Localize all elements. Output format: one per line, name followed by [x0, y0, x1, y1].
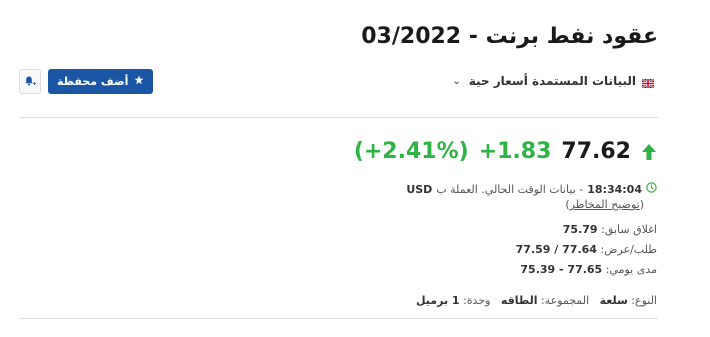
quote-row: 77.62 +1.83 (+2.41%) — [354, 139, 657, 164]
type-value: سلعة — [599, 294, 628, 307]
prev-close-row: اغلاق سابق: 75.79 — [563, 223, 657, 236]
unit-label: وحدة: — [463, 294, 491, 307]
uk-flag-icon — [641, 77, 655, 89]
divider-bottom — [19, 318, 658, 319]
risk-disclosure-link[interactable]: توضيح المخاطر — [570, 198, 640, 211]
title-name: عقود نفط برنت - — [461, 24, 658, 49]
prev-close-label: اغلاق سابق: — [601, 223, 657, 236]
arrow-up-icon — [641, 143, 657, 161]
type-label: النوع: — [631, 294, 657, 307]
data-source-dropdown[interactable]: البيانات المستمدة أسعار حية ⌄ — [452, 74, 655, 89]
group-value: الطاقه — [500, 294, 538, 307]
risk-disclosure: (توضيح المخاطر) — [565, 198, 644, 211]
unit-value: 1 برميل — [415, 294, 460, 307]
chevron-down-icon: ⌄ — [452, 75, 461, 87]
add-portfolio-label: أضف محفظة — [57, 75, 129, 88]
bid-ask-label: طلب/عرض: — [600, 243, 657, 256]
bell-plus-icon — [24, 72, 36, 91]
star-icon — [134, 75, 144, 88]
currency-code: USD — [406, 182, 433, 196]
bid-ask-separator: / — [554, 243, 559, 256]
page-title: عقود نفط برنت - 03/2022 — [361, 24, 658, 49]
realtime-currency-text: - بيانات الوقت الحالي. العملة ب — [436, 182, 584, 196]
data-source-label: البيانات المستمدة أسعار حية — [468, 74, 636, 88]
day-range-value: 75.39 - 77.65 — [520, 263, 603, 276]
bid-value: 77.59 — [515, 243, 551, 256]
bid-ask-row: طلب/عرض: 77.59 / 77.64 — [516, 243, 657, 256]
last-price: 77.62 — [561, 139, 631, 164]
divider-top — [19, 117, 658, 118]
time-status: 18:34:04 - بيانات الوقت الحالي. العملة ب… — [406, 182, 657, 196]
instrument-meta: النوع: سلعة المجموعة: الطاقه وحدة: 1 برم… — [416, 294, 657, 307]
day-range-label: مدى يومي: — [605, 263, 657, 276]
add-portfolio-button[interactable]: أضف محفظة — [48, 69, 154, 94]
ask-value: 77.64 — [562, 243, 597, 256]
quote-time: 18:34:04 — [587, 182, 642, 196]
create-alert-button[interactable] — [19, 69, 41, 94]
price-change-percent: (+2.41%) — [353, 139, 469, 164]
clock-icon — [646, 182, 657, 196]
prev-close-value: 75.79 — [562, 223, 598, 236]
bid-ask-value: 77.59 / 77.64 — [516, 243, 597, 256]
group-label: المجموعة: — [541, 294, 590, 307]
day-range-row: مدى يومي: 75.39 - 77.65 — [520, 263, 657, 276]
title-date: 03/2022 — [361, 24, 462, 49]
price-change: +1.83 — [478, 139, 552, 164]
